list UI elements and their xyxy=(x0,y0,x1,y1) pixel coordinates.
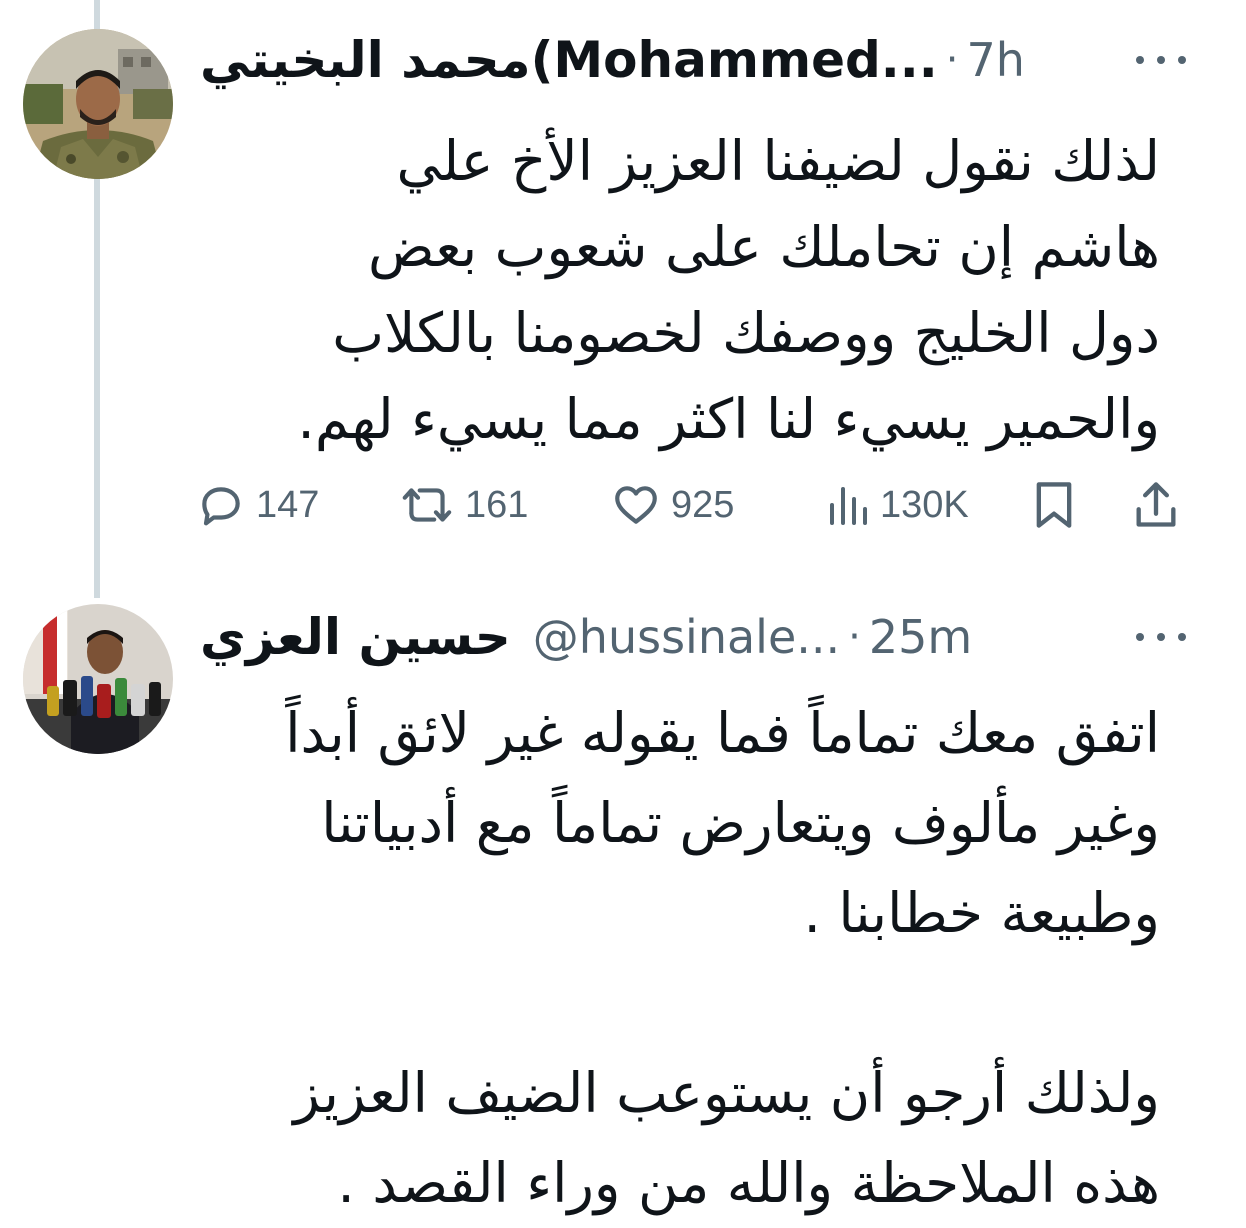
reply-count: 147 xyxy=(256,483,320,526)
tweet-1-action-bar: 147 161 925 130K xyxy=(196,470,1186,540)
tweet-text-line: هاشم إن تحاملك على شعوب بعض xyxy=(367,215,1160,279)
reply-button[interactable]: 147 xyxy=(196,470,319,540)
tweet-text-line: لذلك نقول لضيفنا العزيز الأخ علي xyxy=(396,129,1160,193)
author-handle[interactable]: @hussinale... xyxy=(533,610,840,664)
timestamp[interactable]: 25m xyxy=(869,610,972,664)
more-icon[interactable] xyxy=(1136,50,1186,70)
views-count: 130K xyxy=(880,483,969,526)
author-name[interactable]: محمد البخيتي(Mohammed... xyxy=(200,31,938,89)
retweet-button[interactable]: 161 xyxy=(401,470,528,540)
tweet-2-header: حسين العزي @hussinale... · 25m xyxy=(200,605,1186,669)
tweet-1-header: محمد البخيتي(Mohammed... · 7h xyxy=(200,30,1186,90)
tweet-2-body: اتفق معك تماماً فما يقوله غير لائق أبداً… xyxy=(285,688,1160,1228)
avatar-mohammed[interactable] xyxy=(23,29,173,179)
heart-icon xyxy=(615,486,657,524)
tweet-text-line: وغير مألوف ويتعارض تماماً مع أدبياتنا xyxy=(321,791,1160,855)
separator-dot: · xyxy=(848,614,861,660)
author-name[interactable]: حسين العزي xyxy=(200,608,511,666)
reply-icon xyxy=(202,487,240,526)
more-icon[interactable] xyxy=(1136,627,1186,647)
avatar-hussin[interactable] xyxy=(23,604,173,754)
separator-dot: · xyxy=(945,37,959,83)
timestamp[interactable]: 7h xyxy=(966,33,1024,87)
tweet-text-line: دول الخليج ووصفك لخصومنا بالكلاب xyxy=(332,301,1160,365)
avatar-photo-icon xyxy=(23,29,173,179)
like-count: 925 xyxy=(671,483,735,526)
tweet-1-body: لذلك نقول لضيفنا العزيز الأخ علي هاشم إن… xyxy=(297,118,1160,462)
tweet-text-line: هذه الملاحظة والله من وراء القصد . xyxy=(337,1151,1160,1215)
like-button[interactable]: 925 xyxy=(611,470,734,540)
tweet-text-line: ولذلك أرجو أن يستوعب الضيف العزيز xyxy=(293,1061,1160,1125)
tweet-text-blank-line xyxy=(285,958,1160,1048)
retweet-icon xyxy=(402,488,452,522)
avatar-photo-icon xyxy=(23,604,173,754)
bookmark-icon xyxy=(1036,482,1072,528)
views-icon xyxy=(830,487,867,525)
tweet-text-line: وطبيعة خطابنا . xyxy=(803,881,1160,945)
share-icon xyxy=(1136,482,1176,527)
bookmark-button[interactable] xyxy=(1032,470,1076,540)
views-button[interactable]: 130K xyxy=(826,470,969,540)
tweet-text-line: اتفق معك تماماً فما يقوله غير لائق أبداً xyxy=(285,701,1160,765)
retweet-count: 161 xyxy=(465,483,529,526)
share-button[interactable] xyxy=(1132,470,1180,540)
tweet-text-line: والحمير يسيء لنا اكثر مما يسيء لهم. xyxy=(297,387,1160,451)
